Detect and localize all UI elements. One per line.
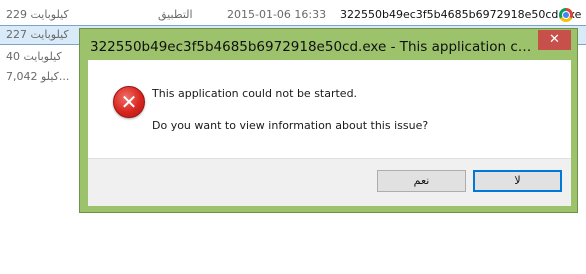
dialog-content: ✕ This application could not be started.… — [88, 60, 571, 158]
file-size: 40 كيلوبايت — [6, 50, 62, 63]
file-date: 2015-01-06 16:33 — [227, 8, 327, 21]
error-message: This application could not be started. — [152, 87, 358, 100]
yes-button[interactable]: نعم — [377, 170, 466, 192]
file-name: 322550b49ec3f5b4685b6972918e50cd.exe — [340, 8, 582, 21]
no-button[interactable]: لا — [473, 170, 562, 192]
file-type: التطبيق — [158, 8, 193, 21]
file-size: 229 كيلوبايت — [6, 8, 69, 21]
dialog-title: 322550b49ec3f5b4685b6972918e50cd.exe - T… — [90, 39, 536, 55]
error-dialog: 322550b49ec3f5b4685b6972918e50cd.exe - T… — [79, 28, 578, 213]
file-size: 7,042 كيلو... — [6, 70, 70, 83]
dialog-footer: نعم لا — [88, 158, 571, 206]
file-row-1[interactable]: 229 كيلوبايت التطبيق 2015-01-06 16:33 32… — [0, 5, 586, 25]
close-icon: ✕ — [549, 32, 560, 47]
chrome-file-icon — [559, 8, 573, 22]
error-icon-glyph: ✕ — [120, 90, 138, 114]
error-icon: ✕ — [113, 86, 145, 118]
file-size: 227 كيلوبايت — [6, 28, 69, 41]
question-message: Do you want to view information about th… — [152, 119, 429, 132]
close-button[interactable]: ✕ — [538, 30, 571, 50]
